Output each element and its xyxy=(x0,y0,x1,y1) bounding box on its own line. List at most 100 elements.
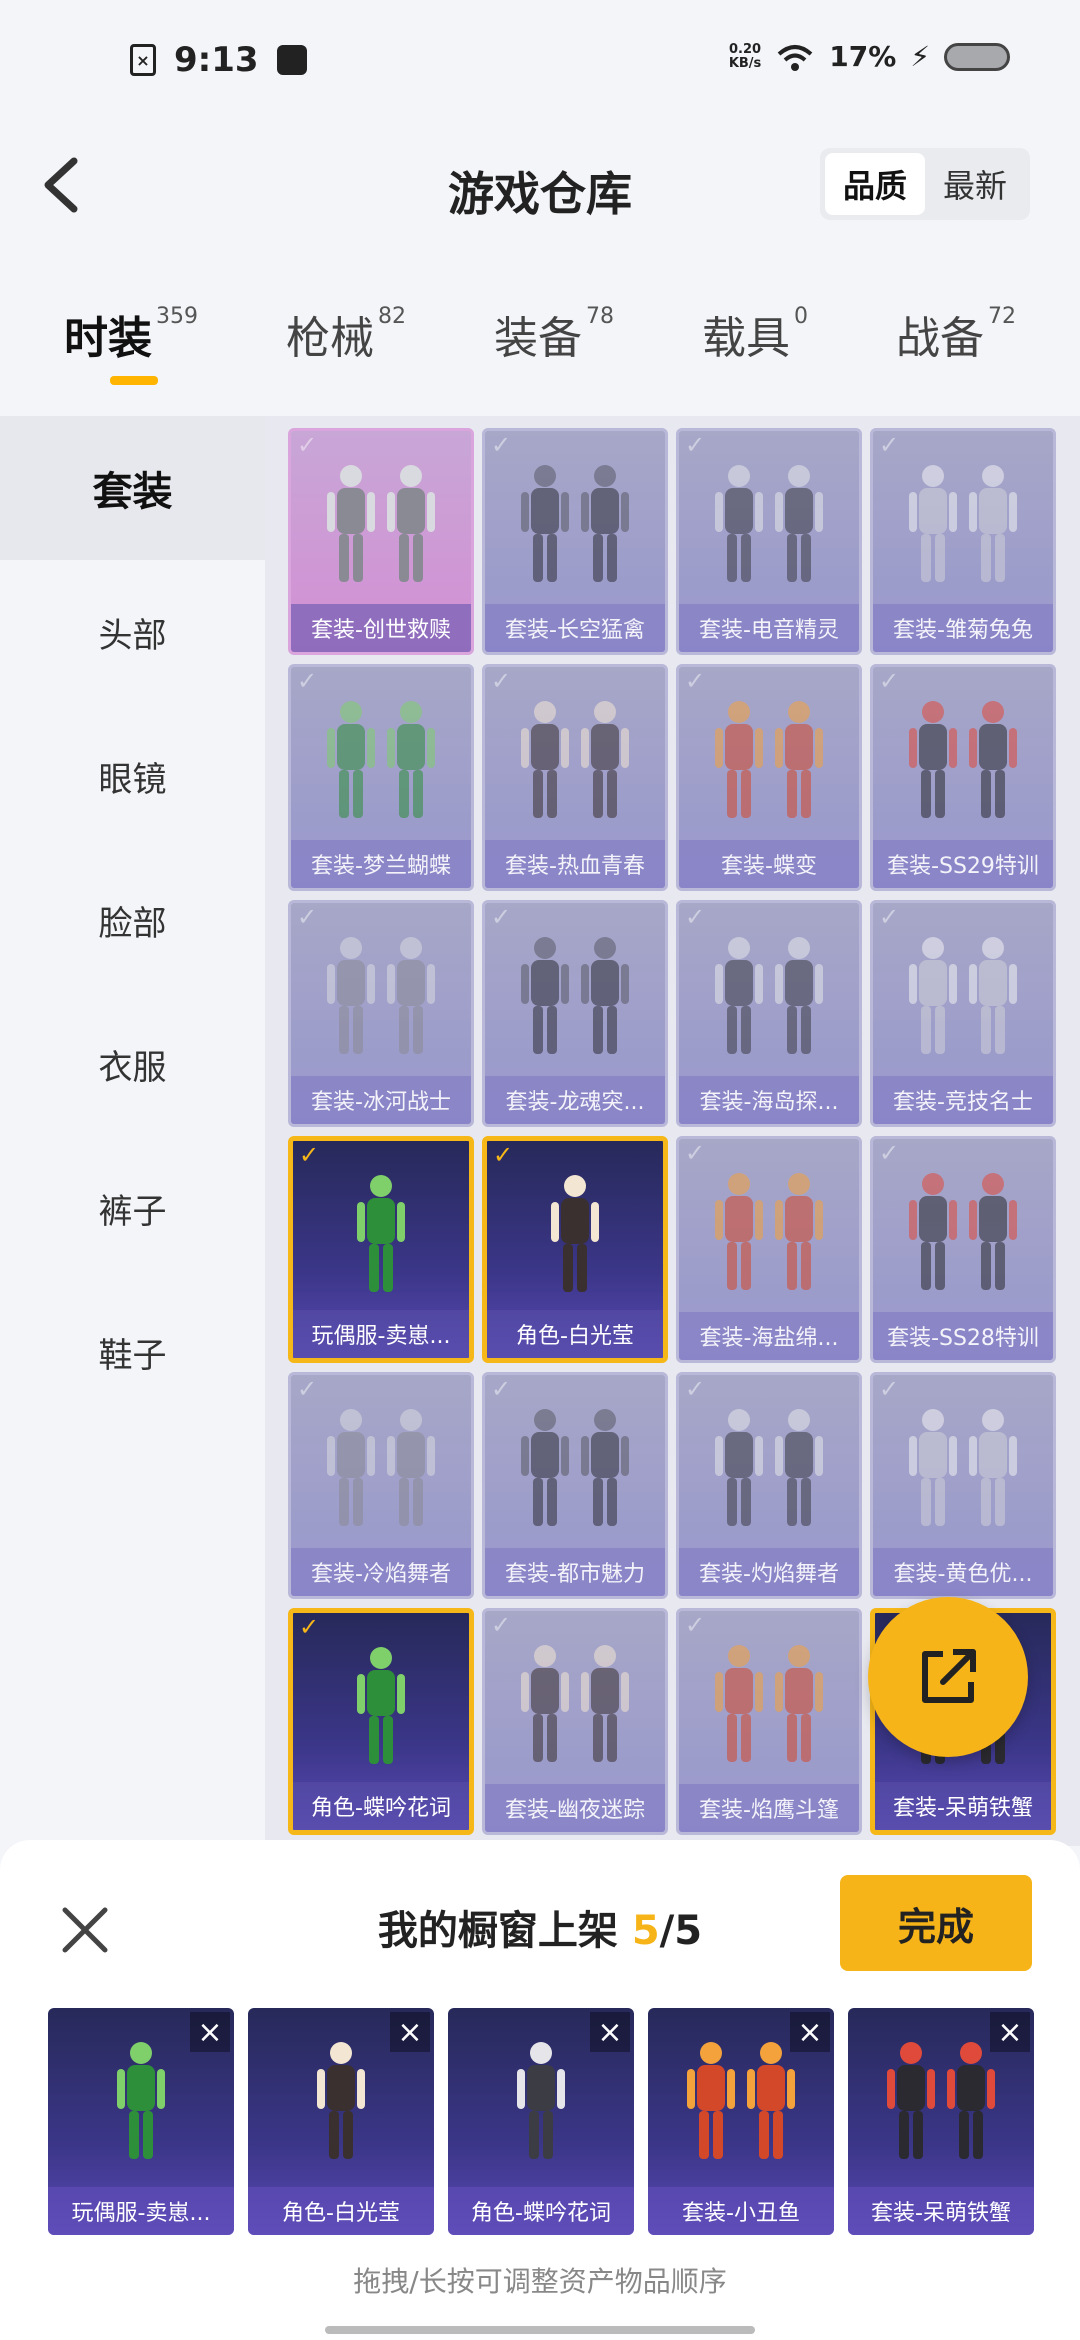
showcase-count: 5 xyxy=(631,1908,660,1954)
item-card[interactable]: ✓ 套装-创世救赎 xyxy=(288,428,474,655)
sort-toggle: 品质 最新 xyxy=(820,148,1030,220)
status-right: 0.20 KB/s 17% ⚡ xyxy=(729,40,1010,73)
sort-quality-button[interactable]: 品质 xyxy=(825,153,925,215)
remove-icon[interactable]: × xyxy=(590,2012,630,2052)
showcase-items: × 玩偶服-卖崽... × 角色-白光莹 × 角色-蝶吟花词 × 套装-小丑鱼 … xyxy=(48,2008,1034,2235)
tab-weapons[interactable]: 枪械 82 xyxy=(286,280,406,410)
item-image xyxy=(293,1631,469,1781)
remove-icon[interactable]: × xyxy=(990,2012,1030,2052)
item-card[interactable]: ✓ 套装-SS29特训 xyxy=(870,664,1056,891)
item-label: 套装-呆萌铁蟹 xyxy=(875,1782,1051,1830)
item-card[interactable]: ✓ 套装-海岛探... xyxy=(676,900,862,1127)
item-label: 套装-都市魅力 xyxy=(485,1548,665,1596)
showcase-item[interactable]: × 角色-白光莹 xyxy=(248,2008,434,2235)
item-card[interactable]: ✓ 套装-蝶变 xyxy=(676,664,862,891)
home-indicator[interactable] xyxy=(325,2326,755,2334)
sidebar-item-shoes[interactable]: 鞋子 xyxy=(0,1280,265,1424)
sidebar-item-clothes[interactable]: 衣服 xyxy=(0,992,265,1136)
sidebar-item-pants[interactable]: 裤子 xyxy=(0,1136,265,1280)
item-label: 套装-呆萌铁蟹 xyxy=(848,2187,1034,2235)
showcase-item[interactable]: × 套装-呆萌铁蟹 xyxy=(848,2008,1034,2235)
item-label: 套装-创世救赎 xyxy=(291,604,471,652)
wifi-icon xyxy=(777,44,813,71)
item-card[interactable]: ✓ 套装-冰河战士 xyxy=(288,900,474,1127)
tab-equipment[interactable]: 装备 78 xyxy=(494,280,614,410)
item-card[interactable]: ✓ 角色-蝶吟花词 xyxy=(288,1608,474,1835)
item-card[interactable]: ✓ 套装-雏菊兔兔 xyxy=(870,428,1056,655)
item-label: 套装-热血青春 xyxy=(485,840,665,888)
done-button[interactable]: 完成 xyxy=(840,1875,1032,1971)
tab-fashion[interactable]: 时装 359 xyxy=(64,280,198,410)
item-card[interactable]: ✓ 套装-冷焰舞者 xyxy=(288,1372,474,1599)
item-card[interactable]: ✓ 套装-幽夜迷踪 xyxy=(482,1608,668,1835)
item-image xyxy=(679,921,859,1071)
tab-supplies[interactable]: 战备 72 xyxy=(896,280,1016,410)
item-card[interactable]: ✓ 角色-白光莹 xyxy=(482,1136,668,1363)
sidebar-item-glasses[interactable]: 眼镜 xyxy=(0,704,265,848)
item-card[interactable]: ✓ 套装-焰鹰斗篷 xyxy=(676,1608,862,1835)
item-image xyxy=(679,685,859,835)
sidebar-item-head[interactable]: 头部 xyxy=(0,560,265,704)
tab-count: 359 xyxy=(156,304,198,329)
item-label: 套装-小丑鱼 xyxy=(648,2187,834,2235)
item-label: 角色-白光莹 xyxy=(487,1310,663,1358)
showcase-item[interactable]: × 角色-蝶吟花词 xyxy=(448,2008,634,2235)
item-label: 套装-幽夜迷踪 xyxy=(485,1784,665,1832)
item-image xyxy=(679,1629,859,1779)
item-label: 角色-白光莹 xyxy=(248,2187,434,2235)
item-image xyxy=(291,921,471,1071)
remove-icon[interactable]: × xyxy=(790,2012,830,2052)
message-icon xyxy=(276,45,307,75)
share-button[interactable] xyxy=(868,1597,1028,1757)
item-card[interactable]: ✓ 套装-竞技名士 xyxy=(870,900,1056,1127)
sidebar-item-face[interactable]: 脸部 xyxy=(0,848,265,992)
item-label: 玩偶服-卖崽... xyxy=(293,1310,469,1358)
item-card[interactable]: ✓ 套装-SS28特训 xyxy=(870,1136,1056,1363)
remove-icon[interactable]: × xyxy=(390,2012,430,2052)
item-image xyxy=(487,1159,663,1309)
item-image xyxy=(485,449,665,599)
item-card[interactable]: ✓ 套装-电音精灵 xyxy=(676,428,862,655)
item-label: 套装-龙魂突... xyxy=(485,1076,665,1124)
tab-label: 枪械 xyxy=(286,313,374,364)
sidebar-item-outfit[interactable]: 套装 xyxy=(0,416,265,560)
item-card[interactable]: ✓ 套装-海盐绵... xyxy=(676,1136,862,1363)
item-image xyxy=(873,449,1053,599)
sort-newest-button[interactable]: 最新 xyxy=(925,153,1025,215)
item-card[interactable]: ✓ 套装-黄色优... xyxy=(870,1372,1056,1599)
status-left: × 9:13 xyxy=(130,40,307,80)
tab-label: 时装 xyxy=(64,313,152,364)
item-card[interactable]: ✓ 套装-灼焰舞者 xyxy=(676,1372,862,1599)
battery-icon xyxy=(944,42,1010,71)
status-time: 9:13 xyxy=(174,40,259,80)
tab-vehicles[interactable]: 载具 0 xyxy=(702,280,808,410)
showcase-item[interactable]: × 玩偶服-卖崽... xyxy=(48,2008,234,2235)
item-label: 套装-电音精灵 xyxy=(679,604,859,652)
item-card[interactable]: ✓ 套装-长空猛禽 xyxy=(482,428,668,655)
item-image xyxy=(679,1157,859,1307)
header: 游戏仓库 品质 最新 xyxy=(0,120,1080,250)
item-card[interactable]: ✓ 玩偶服-卖崽... xyxy=(288,1136,474,1363)
item-card[interactable]: ✓ 套装-都市魅力 xyxy=(482,1372,668,1599)
item-image xyxy=(873,685,1053,835)
item-label: 角色-蝶吟花词 xyxy=(293,1782,469,1830)
tab-count: 72 xyxy=(988,304,1016,329)
showcase-item[interactable]: × 套装-小丑鱼 xyxy=(648,2008,834,2235)
sheet-title-text: 我的橱窗上架 xyxy=(377,1908,618,1954)
item-card[interactable]: ✓ 套装-热血青春 xyxy=(482,664,668,891)
remove-icon[interactable]: × xyxy=(190,2012,230,2052)
item-image xyxy=(873,921,1053,1071)
item-image xyxy=(291,685,471,835)
showcase-sheet: 我的橱窗上架 5/5 完成 × 玩偶服-卖崽... × 角色-白光莹 × 角色-… xyxy=(0,1840,1080,2340)
item-image xyxy=(873,1393,1053,1543)
share-icon xyxy=(922,1649,976,1703)
item-card[interactable]: ✓ 套装-龙魂突... xyxy=(482,900,668,1127)
category-tabs: 时装 359 枪械 82 装备 78 载具 0 战备 72 xyxy=(0,280,1080,410)
item-label: 套装-海岛探... xyxy=(679,1076,859,1124)
item-card[interactable]: ✓ 套装-梦兰蝴蝶 xyxy=(288,664,474,891)
item-label: 套装-梦兰蝴蝶 xyxy=(291,840,471,888)
status-bar: × 9:13 0.20 KB/s 17% ⚡ xyxy=(0,0,1080,110)
item-label: 套装-冰河战士 xyxy=(291,1076,471,1124)
item-image xyxy=(873,1157,1053,1307)
tab-label: 载具 xyxy=(702,313,790,364)
